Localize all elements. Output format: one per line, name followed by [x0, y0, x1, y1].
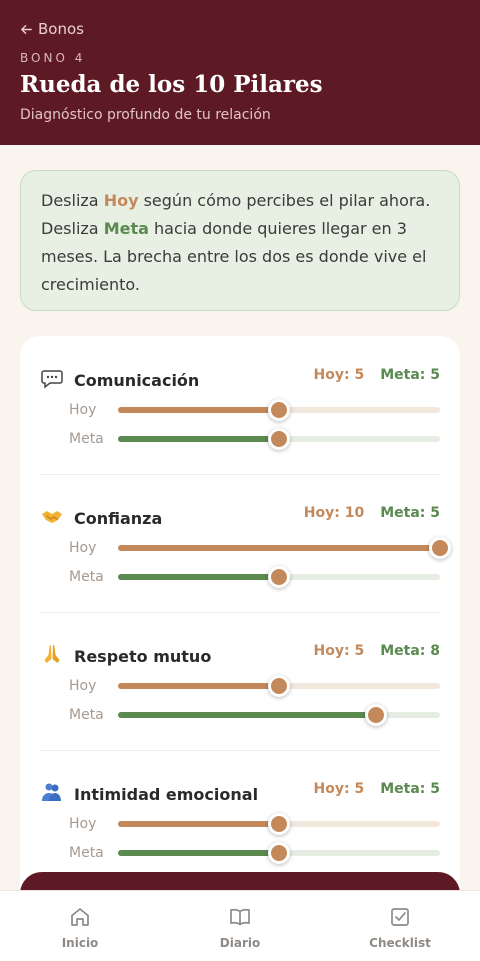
meta-slider-thumb[interactable] — [364, 704, 387, 726]
nav-label: Inicio — [61, 936, 99, 950]
hoy-row: Hoy — [20, 675, 460, 697]
meta-label: Meta — [69, 569, 104, 585]
meta-slider-thumb[interactable] — [268, 842, 290, 864]
meta-slider-fill — [118, 712, 376, 718]
hoy-slider[interactable] — [118, 399, 440, 421]
meta-row: Meta — [20, 842, 460, 864]
meta-value: Meta: 8 — [380, 643, 440, 659]
meta-slider[interactable] — [118, 842, 440, 864]
instructions-box: Desliza Hoy según cómo percibes el pilar… — [20, 170, 460, 311]
hoy-slider-thumb[interactable] — [268, 675, 290, 697]
meta-slider-thumb[interactable] — [268, 428, 290, 450]
hoy-slider-fill — [118, 545, 440, 551]
book-icon — [230, 908, 250, 926]
meta-row: Meta — [20, 704, 460, 726]
nav-item-checklist[interactable]: Checklist — [320, 891, 480, 961]
pillar-title: Respeto mutuo — [40, 642, 211, 670]
pillar-values: Hoy: 5 Meta: 8 — [314, 643, 440, 659]
hoy-slider-thumb[interactable] — [429, 537, 451, 559]
hoy-row: Hoy — [20, 537, 460, 559]
pillar-name: Comunicación — [74, 370, 200, 390]
meta-value: Meta: 5 — [380, 367, 440, 383]
intro-hoy-word: Hoy — [103, 191, 139, 210]
meta-label: Meta — [69, 845, 104, 861]
pillar-item: Comunicación Hoy: 5 Meta: 5 Hoy Meta — [20, 336, 460, 474]
intro-text-1: Desliza — [41, 191, 104, 210]
speech-bubble-icon — [40, 366, 64, 394]
meta-label: Meta — [69, 431, 104, 447]
divider — [40, 612, 440, 613]
page-title: Rueda de los 10 Pilares — [20, 71, 323, 98]
praying-hands-icon — [40, 642, 64, 670]
hoy-value: Hoy: 5 — [313, 781, 365, 797]
hoy-value: Hoy: 5 — [313, 367, 365, 383]
bonus-eyebrow: BONO 4 — [20, 51, 86, 65]
arrow-left-icon — [21, 24, 32, 34]
back-link[interactable]: Bonos — [20, 20, 460, 38]
pillar-title: Comunicación — [40, 366, 199, 394]
hoy-label: Hoy — [69, 540, 97, 556]
hoy-slider-thumb[interactable] — [268, 399, 290, 421]
page-subtitle: Diagnóstico profundo de tu relación — [20, 107, 271, 123]
pillar-title: Intimidad emocional — [40, 780, 258, 808]
home-icon — [71, 908, 89, 926]
pillar-name: Intimidad emocional — [74, 784, 259, 804]
intro-meta-word: Meta — [103, 219, 149, 238]
hoy-slider[interactable] — [118, 813, 440, 835]
meta-slider-fill — [118, 436, 279, 442]
hoy-label: Hoy — [69, 816, 97, 832]
pillar-item: Confianza Hoy: 10 Meta: 5 Hoy Meta — [20, 474, 460, 612]
meta-slider-thumb[interactable] — [268, 566, 290, 588]
hoy-row: Hoy — [20, 813, 460, 835]
hoy-label: Hoy — [69, 678, 97, 694]
pillar-values: Hoy: 5 Meta: 5 — [314, 781, 440, 797]
meta-slider[interactable] — [118, 704, 440, 726]
meta-slider-fill — [118, 574, 279, 580]
meta-slider-fill — [118, 850, 279, 856]
header: Bonos BONO 4 Rueda de los 10 Pilares Dia… — [0, 0, 480, 145]
nav-label: Diario — [219, 936, 261, 950]
pillar-values: Hoy: 5 Meta: 5 — [314, 367, 440, 383]
hoy-slider[interactable] — [118, 537, 451, 559]
hoy-slider[interactable] — [118, 675, 440, 697]
nav-item-diario[interactable]: Diario — [160, 891, 320, 961]
divider — [40, 474, 440, 475]
meta-slider[interactable] — [118, 428, 440, 450]
handshake-icon — [40, 504, 64, 532]
hoy-row: Hoy — [20, 399, 460, 421]
pillar-name: Respeto mutuo — [74, 646, 212, 666]
pillar-values: Hoy: 10 Meta: 5 — [304, 505, 440, 521]
meta-value: Meta: 5 — [380, 781, 440, 797]
meta-slider[interactable] — [118, 566, 440, 588]
hoy-slider-thumb[interactable] — [268, 813, 290, 835]
pillar-title: Confianza — [40, 504, 162, 532]
pillar-item: Respeto mutuo Hoy: 5 Meta: 8 Hoy Meta — [20, 612, 460, 750]
nav-label: Checklist — [369, 936, 431, 950]
hoy-slider-fill — [118, 821, 279, 827]
meta-value: Meta: 5 — [380, 505, 440, 521]
hoy-slider-fill — [118, 683, 279, 689]
meta-row: Meta — [20, 428, 460, 450]
pillar-item: Intimidad emocional Hoy: 5 Meta: 5 Hoy Meta — [20, 750, 460, 888]
divider — [40, 750, 440, 751]
checklist-icon — [391, 908, 409, 926]
hoy-value: Hoy: 10 — [303, 505, 365, 521]
back-label: Bonos — [38, 20, 84, 38]
bottom-nav: Inicio Diario Checklist — [0, 890, 480, 961]
pillars-card: Comunicación Hoy: 5 Meta: 5 Hoy Meta Confianz… — [20, 336, 460, 936]
nav-item-inicio[interactable]: Inicio — [0, 891, 160, 961]
hoy-value: Hoy: 5 — [313, 643, 365, 659]
people-hugging-icon — [40, 780, 64, 808]
pillar-name: Confianza — [74, 508, 163, 528]
hoy-slider-fill — [118, 407, 279, 413]
meta-label: Meta — [69, 707, 104, 723]
hoy-label: Hoy — [69, 402, 97, 418]
meta-row: Meta — [20, 566, 460, 588]
